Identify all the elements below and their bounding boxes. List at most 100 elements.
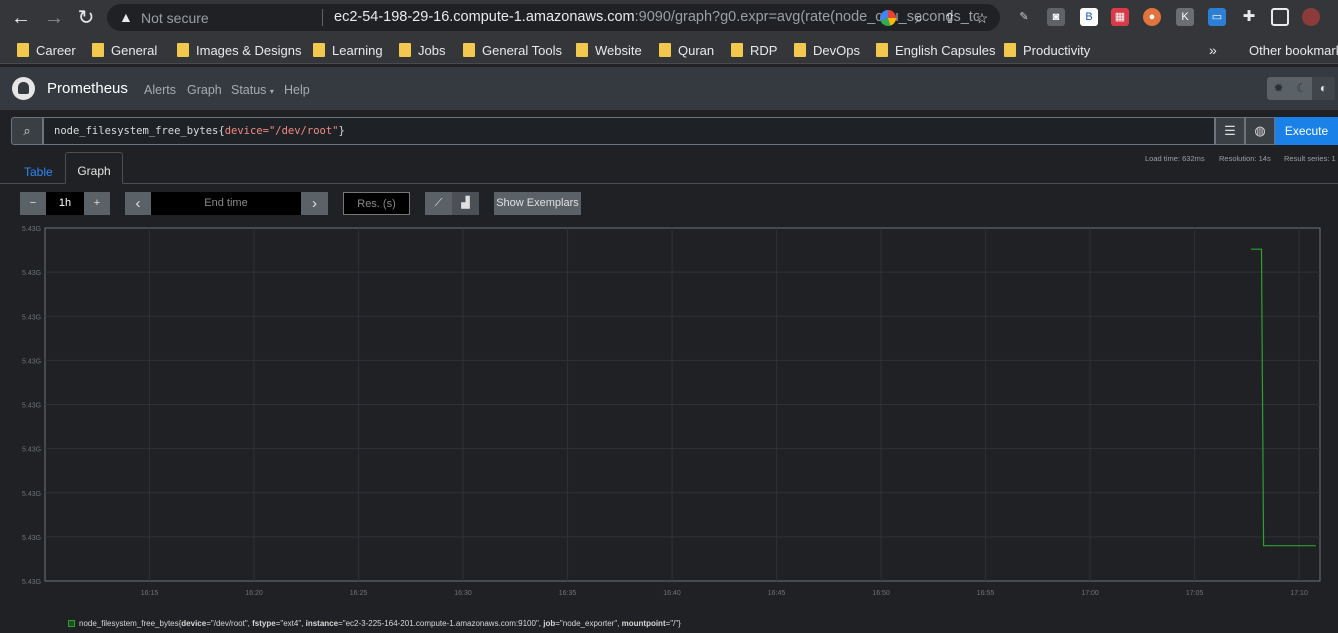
nav-graph[interactable]: Graph [187, 83, 222, 97]
decrease-range-button[interactable]: − [20, 192, 46, 215]
y-tick-label: 5.43G [22, 270, 41, 277]
tab-graph[interactable]: Graph [65, 152, 123, 184]
nav-help[interactable]: Help [284, 83, 310, 97]
theme-toggle: ✹ ☾ ◐ [1267, 77, 1335, 100]
browser-toolbar: ← → ↻ ▲ Not secure ec2-54-198-29-16.comp… [0, 0, 1338, 35]
legend-item[interactable]: node_filesystem_free_bytes{device="/dev/… [68, 619, 681, 628]
folder-icon [731, 43, 743, 57]
x-tick-label: 16:15 [141, 590, 159, 597]
nav-status[interactable]: Status ▾ [231, 83, 274, 97]
execute-button[interactable]: Execute [1275, 117, 1338, 145]
zoom-icon[interactable]: ⌕ [910, 9, 928, 27]
grid-extension-icon[interactable]: ▦ [1111, 8, 1129, 26]
search-icon: ⌕ [11, 117, 43, 145]
address-bar[interactable]: ▲ Not secure ec2-54-198-29-16.compute-1.… [107, 4, 1000, 31]
bookmarks-bar: Career General Images & Designs Learning… [0, 35, 1338, 64]
format-expression-icon[interactable]: ☰ [1215, 117, 1245, 145]
x-tick-label: 16:25 [350, 590, 368, 597]
bookmark-folder[interactable]: General Tools [463, 41, 562, 59]
auto-theme-icon[interactable]: ◐ [1312, 77, 1335, 100]
folder-icon [876, 43, 888, 57]
x-tick-label: 16:40 [663, 590, 681, 597]
folder-icon [576, 43, 588, 57]
x-tick-label: 17:05 [1186, 590, 1204, 597]
bookmark-folder[interactable]: English Capsules [876, 41, 995, 59]
legend-label: node_filesystem_free_bytes{device="/dev/… [79, 619, 681, 628]
share-icon[interactable]: ⇪ [941, 9, 959, 27]
nav-alerts[interactable]: Alerts [144, 83, 176, 97]
tabs-divider [0, 183, 1338, 184]
divider [322, 9, 323, 26]
y-tick-label: 5.43G [22, 314, 41, 321]
x-tick-label: 16:30 [454, 590, 472, 597]
warning-icon[interactable]: ▲ [119, 9, 133, 25]
other-bookmarks[interactable]: Other bookmarks [1242, 41, 1338, 59]
folder-icon [1004, 43, 1016, 57]
stacked-chart-icon[interactable]: ▟ [452, 192, 479, 215]
bookmark-folder[interactable]: Website [576, 41, 642, 59]
bookmark-folder[interactable]: Career [17, 41, 76, 59]
x-tick-label: 16:45 [768, 590, 786, 597]
reload-icon[interactable]: ↻ [74, 6, 98, 30]
back-icon[interactable]: ← [9, 6, 33, 30]
resolution-input[interactable]: Res. (s) [343, 192, 410, 215]
bookmark-folder[interactable]: Jobs [399, 41, 445, 59]
b-extension-icon[interactable]: B [1080, 8, 1098, 26]
graph-chart: 5.43G 5.43G 5.43G 5.43G 5.43G 5.43G 5.43G 5.43G… [22, 226, 1321, 597]
x-tick-label: 16:20 [245, 590, 263, 597]
series-line [1251, 248, 1316, 547]
bookmark-folder[interactable]: Quran [659, 41, 714, 59]
security-label[interactable]: Not secure [141, 10, 209, 26]
folder-icon [659, 43, 671, 57]
x-tick-label: 16:50 [872, 590, 890, 597]
bookmark-folder[interactable]: RDP [731, 41, 777, 59]
camera-extension-icon[interactable]: ◙ [1047, 8, 1065, 26]
unstacked-chart-icon[interactable]: ⟋ [425, 192, 452, 215]
y-tick-label: 5.43G [22, 447, 41, 454]
x-tick-label: 16:35 [559, 590, 577, 597]
folder-icon [399, 43, 411, 57]
folder-icon [177, 43, 189, 57]
increase-range-button[interactable]: + [84, 192, 110, 215]
puzzle-icon[interactable]: ✚ [1240, 8, 1258, 26]
range-input[interactable]: 1h [46, 192, 84, 215]
bookmark-folder[interactable]: DevOps [794, 41, 860, 59]
k-extension-icon[interactable]: K [1176, 8, 1194, 26]
prometheus-navbar: Prometheus Alerts Graph Status ▾ Help [0, 67, 1338, 110]
moon-icon[interactable]: ☾ [1290, 77, 1313, 100]
expression-bar: ⌕ node_filesystem_free_bytes{device="/de… [11, 117, 1338, 145]
prometheus-logo-icon[interactable] [12, 77, 35, 100]
show-exemplars-button[interactable]: Show Exemplars [494, 192, 581, 215]
more-bookmarks-icon[interactable]: » [1209, 41, 1217, 59]
sun-icon[interactable]: ✹ [1267, 77, 1290, 100]
pen-extension-icon[interactable]: ✎ [1015, 8, 1033, 26]
folder-icon [17, 43, 29, 57]
metrics-explorer-icon[interactable]: ◍ [1245, 117, 1275, 145]
folder-icon [794, 43, 806, 57]
orange-extension-icon[interactable]: ● [1143, 8, 1161, 26]
y-tick-label: 5.43G [22, 491, 41, 498]
x-tick-label: 16:55 [977, 590, 995, 597]
bookmark-folder[interactable]: Productivity [1004, 41, 1090, 59]
google-icon[interactable] [880, 10, 896, 26]
brand[interactable]: Prometheus [47, 80, 128, 97]
folder-icon [313, 43, 325, 57]
y-tick-label: 5.43G [22, 358, 41, 365]
folder-icon [463, 43, 475, 57]
avatar[interactable] [1302, 8, 1320, 26]
tab-table[interactable]: Table [24, 160, 53, 184]
bookmark-folder[interactable]: Learning [313, 41, 383, 59]
radio-extension-icon[interactable]: ▭ [1208, 8, 1226, 26]
result-series: Result series: 1 [1284, 154, 1336, 163]
end-time-input[interactable]: End time [151, 192, 301, 215]
expression-input[interactable]: node_filesystem_free_bytes{device="/dev/… [43, 117, 1215, 145]
star-icon[interactable]: ☆ [973, 9, 991, 27]
next-time-button[interactable]: › [301, 192, 328, 215]
forward-icon[interactable]: → [42, 6, 66, 30]
sidebar-icon[interactable] [1271, 8, 1289, 26]
bookmark-folder[interactable]: General [92, 41, 157, 59]
y-tick-label: 5.43G [22, 403, 41, 410]
previous-time-button[interactable]: ‹ [125, 192, 151, 215]
resolution: Resolution: 14s [1219, 154, 1271, 163]
bookmark-folder[interactable]: Images & Designs [177, 41, 302, 59]
